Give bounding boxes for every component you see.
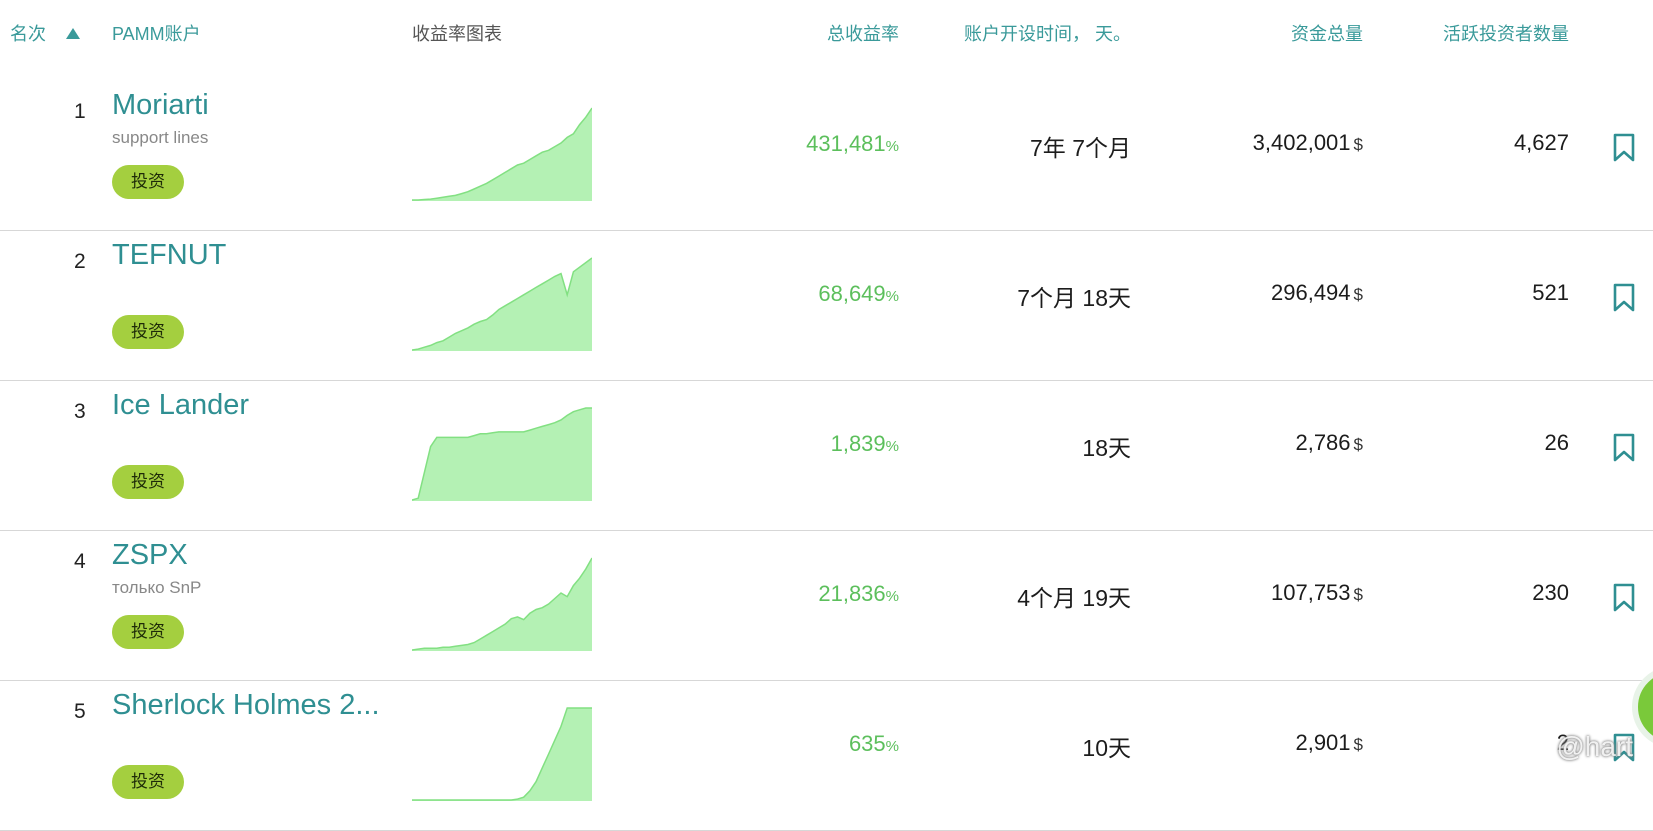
row-rank: 1: [74, 100, 86, 123]
header-age[interactable]: 账户开设时间， 天。: [964, 20, 1131, 46]
funds-value: 3,402,001: [1252, 130, 1351, 155]
active-investors: 26: [1544, 430, 1569, 455]
account-name-link[interactable]: TEFNUT: [112, 239, 226, 272]
return-value: 635: [848, 731, 886, 756]
return-value: 431,481: [806, 131, 886, 156]
sparkline-area: [412, 108, 592, 201]
return-sparkline: [412, 257, 592, 351]
return-sparkline: [412, 407, 592, 501]
sort-by-rank[interactable]: 名次: [10, 20, 80, 46]
row-rank: 3: [74, 400, 86, 423]
funds-value: 107,753: [1271, 580, 1351, 605]
return-sparkline: [412, 557, 592, 651]
table-row: 3 Ice Lander 投资 1,839% 18天 2,786 $ 26: [0, 373, 1653, 531]
total-funds: 296,494 $: [1271, 280, 1363, 306]
table-row: 4 ZSPX только SnP 投资 21,836% 4个月 19天 107…: [0, 523, 1653, 681]
active-investors: 230: [1532, 580, 1569, 605]
invest-button[interactable]: 投资: [112, 615, 184, 649]
row-rank: 5: [74, 700, 86, 723]
sparkline-area: [412, 708, 592, 801]
account-name-link[interactable]: ZSPX: [112, 539, 188, 572]
account-age: 10天: [1082, 735, 1131, 761]
return-unit: %: [885, 588, 899, 605]
total-funds: 107,753 $: [1271, 580, 1363, 606]
funds-value: 296,494: [1271, 280, 1351, 305]
row-rank: 4: [74, 550, 86, 573]
return-value: 68,649: [818, 281, 886, 306]
account-name-link[interactable]: Moriarti: [112, 89, 209, 122]
sparkline-area: [412, 408, 592, 501]
active-investors: 4,627: [1513, 130, 1569, 155]
active-investors: 521: [1532, 280, 1569, 305]
account-subtitle: только SnP: [112, 578, 202, 597]
table-row: 5 Sherlock Holmes 2... 投资 635% 10天 2,901…: [0, 673, 1653, 831]
account-age: 18天: [1082, 435, 1131, 461]
bookmark-icon[interactable]: [1612, 433, 1636, 463]
return-sparkline: [412, 707, 592, 801]
header-rank: 名次: [10, 24, 46, 44]
bookmark-icon[interactable]: [1612, 133, 1636, 163]
table-row: 1 Moriarti support lines 投资 431,481% 7年 …: [0, 73, 1653, 231]
invest-button[interactable]: 投资: [112, 165, 184, 199]
account-age: 4个月 19天: [1017, 585, 1131, 611]
header-funds[interactable]: 资金总量: [1291, 20, 1363, 46]
account-age: 7年 7个月: [1030, 135, 1131, 161]
return-unit: %: [885, 288, 899, 305]
funds-currency: $: [1353, 585, 1363, 604]
account-name-link[interactable]: Sherlock Holmes 2...: [112, 689, 380, 722]
total-funds: 2,901 $: [1295, 730, 1363, 756]
invest-button[interactable]: 投资: [112, 465, 184, 499]
funds-currency: $: [1353, 285, 1363, 304]
sparkline-area: [412, 258, 592, 351]
return-sparkline: [412, 107, 592, 201]
sparkline-area: [412, 558, 592, 651]
funds-value: 2,786: [1295, 430, 1351, 455]
header-return[interactable]: 总收益率: [827, 20, 899, 46]
total-funds: 3,402,001 $: [1253, 130, 1363, 156]
total-return: 21,836%: [818, 581, 899, 607]
header-account[interactable]: PAMM账户: [112, 20, 201, 46]
funds-currency: $: [1353, 135, 1363, 154]
total-return: 431,481%: [806, 131, 899, 157]
total-return: 635%: [849, 731, 899, 757]
invest-button[interactable]: 投资: [112, 765, 184, 799]
table-row: 2 TEFNUT 投资 68,649% 7个月 18天 296,494 $ 521: [0, 223, 1653, 381]
row-rank: 2: [74, 250, 86, 273]
return-unit: %: [885, 438, 899, 455]
return-value: 21,836: [818, 581, 886, 606]
sort-asc-icon: [66, 28, 80, 39]
account-name-link[interactable]: Ice Lander: [112, 389, 249, 422]
header-investors[interactable]: 活跃投资者数量: [1443, 20, 1569, 46]
total-return: 1,839%: [831, 431, 899, 457]
return-value: 1,839: [830, 431, 886, 456]
return-unit: %: [885, 738, 899, 755]
total-return: 68,649%: [818, 281, 899, 307]
header-chart: 收益率图表: [412, 24, 502, 44]
funds-currency: $: [1353, 735, 1363, 754]
watermark: @hart: [1556, 731, 1633, 762]
account-age: 7个月 18天: [1017, 285, 1131, 311]
bookmark-icon[interactable]: [1612, 283, 1636, 313]
funds-value: 2,901: [1295, 730, 1351, 755]
account-subtitle: support lines: [112, 128, 209, 147]
bookmark-icon[interactable]: [1612, 583, 1636, 613]
funds-currency: $: [1353, 435, 1363, 454]
total-funds: 2,786 $: [1295, 430, 1363, 456]
return-unit: %: [885, 138, 899, 155]
invest-button[interactable]: 投资: [112, 315, 184, 349]
